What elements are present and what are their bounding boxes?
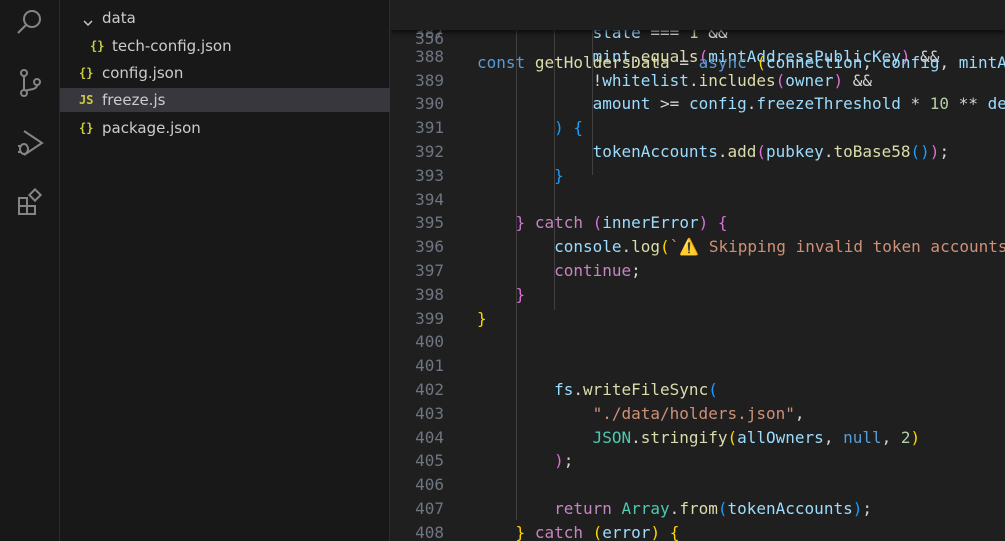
line-number: 403 xyxy=(415,403,444,423)
code-line[interactable]: 390 amount >= config.freezeThreshold * 1… xyxy=(391,92,1005,116)
tree-file-config[interactable]: {} config.json xyxy=(60,61,390,85)
line-number: 407 xyxy=(415,499,444,518)
line-number: 392 xyxy=(415,142,444,161)
code-line[interactable]: 392 tokenAccounts.add(pubkey.toBase58())… xyxy=(391,140,1005,164)
json-file-icon: {} xyxy=(90,39,105,53)
line-number: 356 xyxy=(415,29,444,48)
tree-item-label: package.json xyxy=(102,119,201,137)
activity-bar xyxy=(0,0,60,541)
line-number: 405 xyxy=(415,451,444,471)
source-control-icon[interactable] xyxy=(15,68,45,98)
code-text: return Array.from(tokenAccounts); xyxy=(554,499,872,518)
code-line[interactable]: 391 ) { xyxy=(391,116,1005,140)
js-file-icon: JS xyxy=(79,93,94,107)
code-line[interactable]: 408 } catch (error) { xyxy=(391,521,1005,541)
extensions-icon[interactable] xyxy=(15,188,45,218)
tree-item-label: data xyxy=(102,9,136,27)
code-text: } catch (innerError) { xyxy=(515,213,728,233)
code-line[interactable]: 401 xyxy=(391,354,1005,378)
tree-file-freeze[interactable]: JS freeze.js xyxy=(60,88,390,112)
line-number: 395 xyxy=(415,213,444,233)
line-number: 398 xyxy=(415,284,444,304)
code-line[interactable]: 403 "./data/holders.json", xyxy=(391,402,1005,426)
line-number: 404 xyxy=(415,427,444,447)
code-line[interactable]: 404 JSON.stringify(allOwners, null, 2) xyxy=(391,426,1005,450)
code-text: } xyxy=(477,308,487,328)
line-number: 393 xyxy=(415,165,444,185)
code-line[interactable]: 396 console.log(`⚠️ Skipping invalid tok… xyxy=(391,235,1005,259)
code-text: } xyxy=(554,165,564,185)
tree-item-label: tech-config.json xyxy=(112,37,232,55)
code-line[interactable]: 406 xyxy=(391,473,1005,497)
code-line[interactable]: 395 } catch (innerError) { xyxy=(391,211,1005,235)
indent-guide xyxy=(592,21,593,175)
line-number: 406 xyxy=(415,475,444,495)
code-text: amount >= config.freezeThreshold * 10 **… xyxy=(592,94,1005,114)
tree-file-package[interactable]: {} package.json xyxy=(60,116,390,140)
line-number: 394 xyxy=(415,189,444,209)
code-text: JSON.stringify(allOwners, null, 2) xyxy=(592,427,921,447)
code-editor[interactable]: 356 const getHoldersData = async (connec… xyxy=(391,0,1005,541)
line-number: 397 xyxy=(415,261,444,280)
line-number: 396 xyxy=(415,237,444,257)
code-line[interactable]: 393 } xyxy=(391,164,1005,188)
tree-item-label: config.json xyxy=(102,64,184,82)
code-text: console.log(`⚠️ Skipping invalid token a… xyxy=(554,237,1005,257)
indent-guide xyxy=(516,21,517,520)
line-number: 402 xyxy=(415,380,444,399)
code-text: const getHoldersData = async (connection… xyxy=(477,53,1005,72)
run-debug-icon[interactable] xyxy=(15,128,45,158)
code-line[interactable]: 400 xyxy=(391,330,1005,354)
code-text: } xyxy=(515,284,526,304)
line-number: 399 xyxy=(415,308,444,328)
line-number: 391 xyxy=(415,118,444,138)
tree-item-label: freeze.js xyxy=(102,91,166,109)
search-icon[interactable] xyxy=(15,7,45,37)
code-line[interactable]: 407 return Array.from(tokenAccounts); xyxy=(391,497,1005,521)
code-line[interactable]: 399} xyxy=(391,307,1005,331)
code-text: fs.writeFileSync( xyxy=(554,380,718,399)
code-line[interactable]: 398 } xyxy=(391,283,1005,307)
code-line[interactable]: 405 ); xyxy=(391,449,1005,473)
code-line[interactable]: 402 fs.writeFileSync( xyxy=(391,378,1005,402)
code-text: continue; xyxy=(554,261,641,280)
sticky-scroll-header[interactable]: 356 const getHoldersData = async (connec… xyxy=(391,0,1005,72)
tree-folder-data[interactable]: data xyxy=(60,6,390,30)
code-line[interactable]: 394 xyxy=(391,188,1005,212)
tree-file-tech-config[interactable]: {} tech-config.json xyxy=(60,34,390,58)
code-text: ) { xyxy=(554,118,583,138)
vscode-window: data {} tech-config.json {} config.json … xyxy=(0,0,1005,541)
json-file-icon: {} xyxy=(79,66,94,80)
line-number: 408 xyxy=(415,522,444,541)
code-text: ); xyxy=(554,451,574,471)
chevron-down-icon xyxy=(82,12,94,26)
explorer-sidebar: data {} tech-config.json {} config.json … xyxy=(60,0,390,541)
code-text: tokenAccounts.add(pubkey.toBase58()); xyxy=(592,142,950,161)
sticky-line: 356 const getHoldersData = async (connec… xyxy=(391,3,1005,72)
code-line[interactable]: 397 continue; xyxy=(391,259,1005,283)
code-text: } catch (error) { xyxy=(515,522,680,541)
line-number: 400 xyxy=(415,332,444,352)
code-text: "./data/holders.json", xyxy=(592,403,805,423)
json-file-icon: {} xyxy=(79,121,94,135)
line-number: 401 xyxy=(415,356,444,376)
